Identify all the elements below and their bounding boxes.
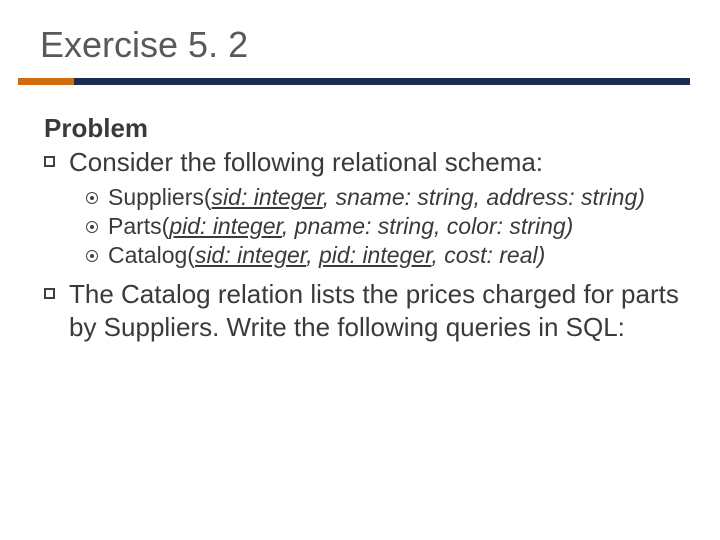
target-bullet-icon	[86, 221, 98, 233]
list-item: The Catalog relation lists the prices ch…	[44, 278, 690, 345]
square-bullet-icon	[44, 156, 55, 167]
item-text: Consider the following relational schema…	[69, 146, 543, 179]
list-item: Catalog(sid: integer, pid: integer, cost…	[86, 241, 690, 270]
main-segment	[74, 78, 690, 85]
list-item: Suppliers(sid: integer, sname: string, a…	[86, 183, 690, 212]
list-item: Parts(pid: integer, pname: string, color…	[86, 212, 690, 241]
item-text: The Catalog relation lists the prices ch…	[69, 278, 690, 345]
schema-catalog: Catalog(sid: integer, pid: integer, cost…	[108, 241, 545, 270]
schema-suppliers: Suppliers(sid: integer, sname: string, a…	[108, 183, 645, 212]
problem-heading: Problem	[44, 113, 690, 144]
list-item: Consider the following relational schema…	[44, 146, 690, 179]
target-bullet-icon	[86, 192, 98, 204]
square-bullet-icon	[44, 288, 55, 299]
target-bullet-icon	[86, 250, 98, 262]
schema-parts: Parts(pid: integer, pname: string, color…	[108, 212, 573, 241]
accent-segment	[18, 78, 74, 85]
title-underline	[18, 78, 690, 85]
content-area: Problem Consider the following relationa…	[0, 113, 720, 344]
slide-title: Exercise 5. 2	[0, 0, 720, 78]
schema-list: Suppliers(sid: integer, sname: string, a…	[44, 183, 690, 269]
